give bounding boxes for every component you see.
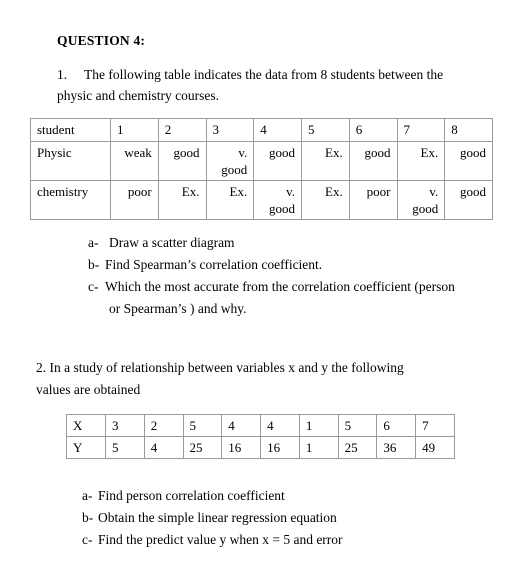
list-item: b- Find Spearman’s correlation coefficien… — [88, 254, 488, 276]
table-cell: 25 — [337, 436, 378, 459]
table-cell-label: chemistry — [30, 180, 111, 220]
list-item-marker: c- — [88, 279, 99, 294]
list-item-label: Obtain the simple linear regression equa… — [98, 510, 337, 525]
table-cell: 49 — [415, 436, 455, 459]
table-cell: good — [348, 141, 398, 181]
table-cell: 8 — [444, 118, 493, 142]
students-table: student 1 2 3 4 5 6 7 8 Physic weak good… — [30, 118, 493, 220]
list-item: a- Draw a scatter diagram — [88, 232, 488, 254]
table-cell: 4 — [260, 414, 300, 437]
list-item-marker: a- — [82, 488, 93, 503]
table-cell: good — [253, 141, 302, 181]
list-item-label: Which the most accurate from the correla… — [105, 279, 455, 294]
list-item: c- Find the predict value y when x = 5 an… — [82, 529, 482, 551]
list-item: a- Find person correlation coefficient — [82, 485, 482, 507]
list-item: c- Which the most accurate from the corre… — [88, 276, 488, 320]
table-cell: 16 — [221, 436, 262, 459]
list-item-label: Find the predict value y when x = 5 and … — [98, 532, 343, 547]
table-cell: 36 — [376, 436, 417, 459]
table-cell: poor — [110, 180, 159, 220]
table-cell: Ex. — [396, 141, 446, 181]
question1-intro: 1. The following table indicates the data… — [57, 64, 477, 106]
table-cell-label: student — [30, 118, 111, 142]
table-row: Physic weak good v. good good Ex. good E… — [30, 141, 493, 181]
question2-sublist: a- Find person correlation coefficient b-… — [82, 485, 482, 551]
page-title: QUESTION 4: — [57, 33, 146, 48]
table-cell-label: X — [66, 414, 106, 437]
list-item: b- Obtain the simple linear regression eq… — [82, 507, 482, 529]
table-cell: 3 — [205, 118, 255, 142]
table-cell: poor — [348, 180, 398, 220]
table-cell: Ex. — [301, 180, 350, 220]
table-cell: 4 — [143, 436, 184, 459]
question1-line1: The following table indicates the data f… — [84, 67, 444, 82]
question1-line2: physic and chemistry courses. — [57, 88, 219, 103]
table-cell: good — [444, 180, 493, 220]
table-cell: 7 — [396, 118, 446, 142]
table-cell-label: Physic — [30, 141, 111, 181]
table-cell: 1 — [110, 118, 159, 142]
document-page: QUESTION 4: 1. The following table indica… — [0, 0, 523, 588]
table-cell: weak — [110, 141, 159, 181]
table-cell-label: Y — [66, 436, 106, 459]
table-cell: Ex. — [157, 180, 207, 220]
table-cell: v. good — [205, 141, 255, 181]
table-cell: Ex. — [205, 180, 255, 220]
table-cell: v. good — [396, 180, 446, 220]
table-cell: 5 — [105, 436, 145, 459]
question1-sublist: a- Draw a scatter diagram b- Find Spearman… — [88, 232, 488, 320]
table-cell: 5 — [337, 414, 378, 437]
table-cell: good — [157, 141, 207, 181]
list-item-marker: c- — [82, 532, 93, 547]
table-cell: v. good — [253, 180, 302, 220]
list-item-label: Draw a scatter diagram — [109, 235, 235, 250]
table-cell: Ex. — [301, 141, 350, 181]
list-item-continuation: or Spearman’s ) and why. — [109, 301, 247, 316]
list-item-marker: b- — [88, 257, 100, 272]
table-cell: good — [444, 141, 493, 181]
table-cell: 2 — [143, 414, 184, 437]
question2-line1: 2. In a study of relationship between va… — [36, 360, 404, 375]
question2-intro: 2. In a study of relationship between va… — [36, 357, 466, 401]
table-row: Y 5 4 25 16 16 1 25 36 49 — [66, 436, 455, 459]
table-cell: 6 — [348, 118, 398, 142]
table-cell: 1 — [298, 414, 339, 437]
table-cell: 6 — [376, 414, 417, 437]
table-row: student 1 2 3 4 5 6 7 8 — [30, 118, 493, 142]
question1-number: 1. — [57, 67, 68, 82]
table-cell: 4 — [253, 118, 302, 142]
table-cell: 1 — [298, 436, 339, 459]
table-row: X 3 2 5 4 4 1 5 6 7 — [66, 414, 455, 437]
table-cell: 5 — [301, 118, 350, 142]
table-cell: 5 — [182, 414, 223, 437]
table-cell: 4 — [221, 414, 262, 437]
question2-line2: values are obtained — [36, 382, 141, 397]
table-cell: 16 — [260, 436, 300, 459]
table-row: chemistry poor Ex. Ex. v. good Ex. poor … — [30, 180, 493, 220]
table-cell: 25 — [182, 436, 223, 459]
table-cell: 3 — [105, 414, 145, 437]
table-cell: 7 — [415, 414, 455, 437]
list-item-marker: b- — [82, 510, 94, 525]
list-item-marker: a- — [88, 235, 99, 250]
table-cell: 2 — [157, 118, 207, 142]
list-item-label: Find Spearman’s correlation coefficient. — [105, 257, 323, 272]
xy-values-table: X 3 2 5 4 4 1 5 6 7 Y 5 4 25 16 16 1 25 … — [66, 414, 455, 459]
list-item-label: Find person correlation coefficient — [98, 488, 285, 503]
